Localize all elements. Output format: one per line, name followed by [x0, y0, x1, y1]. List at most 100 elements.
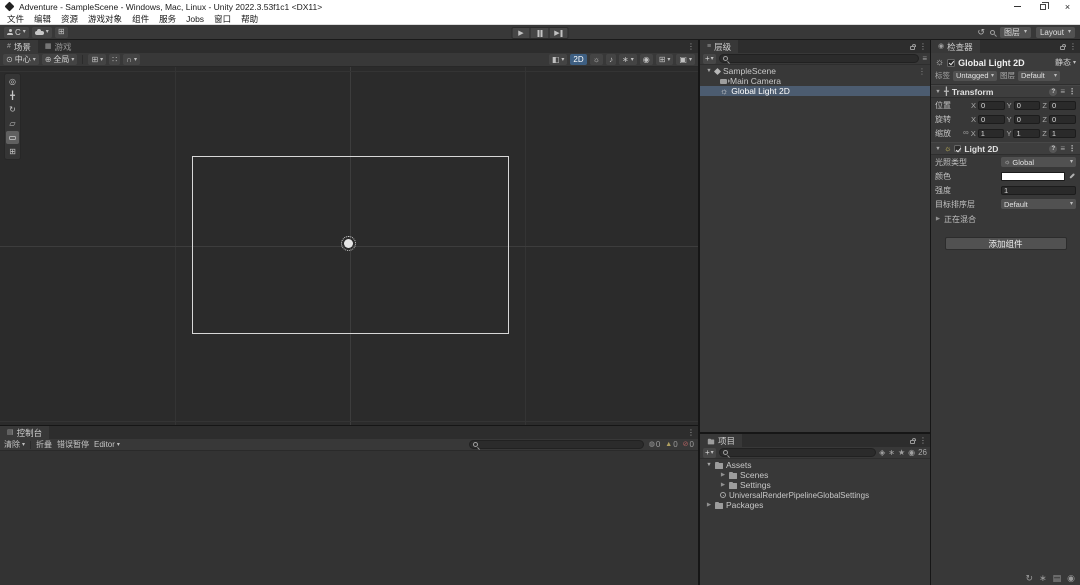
lock-icon[interactable]: [910, 43, 916, 50]
tab-inspector[interactable]: ◉ 检查器: [931, 40, 980, 53]
intensity-field[interactable]: 1: [1001, 185, 1076, 195]
foldout-closed-icon[interactable]: ▶: [720, 482, 726, 488]
hierarchy-row-global-light[interactable]: ☼ Global Light 2D: [700, 86, 930, 96]
console-warning-badge[interactable]: ▲ 0: [665, 440, 677, 449]
layout-dropdown[interactable]: Layout ▾: [1035, 26, 1075, 38]
scene-audio-toggle[interactable]: ♪: [606, 54, 616, 65]
layers-dropdown[interactable]: 图层 ▾: [999, 26, 1031, 38]
gameobject-name[interactable]: Global Light 2D: [958, 58, 1052, 68]
project-row-scenes[interactable]: ▶ Scenes: [700, 470, 930, 480]
move-tool-button[interactable]: ╋: [6, 89, 19, 102]
undo-history-icon[interactable]: ↺: [977, 27, 985, 37]
presets-icon[interactable]: ≡: [1060, 87, 1065, 96]
hierarchy-search-input[interactable]: [718, 54, 920, 63]
foldout-open-icon[interactable]: ▼: [706, 462, 712, 468]
lock-icon[interactable]: [910, 437, 916, 444]
tab-hierarchy[interactable]: ≡ 层级: [700, 40, 739, 53]
play-button[interactable]: ▶: [511, 27, 531, 39]
presets-icon[interactable]: ≡: [1060, 144, 1065, 153]
link-scale-icon[interactable]: ∞: [963, 129, 969, 137]
scene-grid-dropdown[interactable]: ⊞ ▾: [655, 54, 674, 65]
console-search-input[interactable]: [468, 440, 644, 449]
rotation-x-field[interactable]: 0: [978, 114, 1005, 124]
tab-project[interactable]: 项目: [700, 434, 743, 447]
foldout-closed-icon[interactable]: ▶: [706, 502, 712, 508]
foldout-closed-icon[interactable]: ▶: [720, 472, 726, 478]
static-dropdown[interactable]: 静态 ▾: [1055, 57, 1076, 68]
menu-file[interactable]: 文件: [2, 13, 29, 25]
position-z-field[interactable]: 0: [1048, 100, 1077, 110]
status-console-icon[interactable]: ▤: [1053, 574, 1062, 583]
console-error-pause-toggle[interactable]: 错误暂停: [57, 439, 89, 450]
light2d-enabled-checkbox[interactable]: [954, 145, 962, 152]
hierarchy-row-main-camera[interactable]: Main Camera: [700, 76, 930, 86]
menu-jobs[interactable]: Jobs: [181, 14, 209, 24]
tab-game[interactable]: ▦ 游戏: [38, 40, 79, 53]
snap-magnet-button[interactable]: ∩ ▾: [123, 54, 141, 65]
hierarchy-row-scene[interactable]: ▼ SampleScene ⋮: [700, 66, 930, 76]
tool-handle-pivot-button[interactable]: ⊙ 中心 ▾: [3, 54, 39, 65]
menu-services[interactable]: 服务: [154, 13, 181, 25]
menu-gameobject[interactable]: 游戏对象: [83, 13, 127, 25]
component-menu-icon[interactable]: ⋮: [1068, 144, 1076, 153]
menu-component[interactable]: 组件: [127, 13, 154, 25]
position-y-field[interactable]: 0: [1013, 100, 1041, 110]
position-x-field[interactable]: 0: [978, 100, 1005, 110]
scene-camera-dropdown[interactable]: ▣ ▾: [676, 54, 695, 65]
scale-x-field[interactable]: 1: [977, 128, 1005, 138]
hierarchy-add-button[interactable]: + ▾: [703, 53, 716, 64]
scene-options-icon[interactable]: ⋮: [918, 67, 926, 76]
console-clear-button[interactable]: 清除 ▾: [4, 439, 25, 450]
color-swatch[interactable]: [1001, 171, 1065, 181]
search-icon[interactable]: [989, 29, 995, 35]
tab-console[interactable]: ▤ 控制台: [0, 426, 50, 439]
tag-dropdown[interactable]: Untagged ▾: [953, 70, 997, 81]
active-checkbox[interactable]: [947, 58, 956, 67]
search-by-label-icon[interactable]: ∗: [888, 448, 895, 457]
scene-panel-menu-icon[interactable]: ⋮: [687, 42, 695, 51]
add-component-button[interactable]: 添加组件: [944, 237, 1067, 250]
project-row-urp-global-settings[interactable]: UniversalRenderPipelineGlobalSettings: [700, 490, 930, 500]
console-collapse-toggle[interactable]: 折叠: [36, 439, 52, 450]
search-by-type-icon[interactable]: ◈: [879, 448, 885, 457]
hidden-packages-eye-icon[interactable]: ◉: [908, 448, 915, 457]
light-type-dropdown[interactable]: ☼ Global ▾: [1001, 157, 1076, 167]
2d-mode-toggle[interactable]: 2D: [570, 54, 587, 65]
help-icon[interactable]: ?: [1049, 144, 1058, 153]
foldout-open-icon[interactable]: ▼: [935, 146, 941, 152]
scene-viewport[interactable]: ◎ ╋ ↻ ▱ ▭ ⊞: [0, 67, 698, 425]
help-icon[interactable]: ?: [1049, 87, 1058, 96]
project-add-button[interactable]: + ▾: [703, 447, 716, 458]
draw-mode-dropdown[interactable]: ◧ ▾: [548, 54, 568, 65]
close-button[interactable]: ×: [1055, 0, 1080, 13]
hierarchy-panel-menu-icon[interactable]: ⋮: [919, 42, 927, 51]
restore-button[interactable]: [1030, 0, 1055, 13]
rotation-y-field[interactable]: 0: [1013, 114, 1041, 124]
hierarchy-options-icon[interactable]: ≡: [922, 54, 927, 63]
inspector-panel-menu-icon[interactable]: ⋮: [1069, 42, 1077, 51]
version-control-button[interactable]: ⊞: [54, 26, 68, 38]
transform-tool-button[interactable]: ⊞: [6, 145, 19, 158]
menu-edit[interactable]: 编辑: [29, 13, 56, 25]
status-activity-icon[interactable]: ∗: [1039, 574, 1047, 583]
scale-tool-button[interactable]: ▱: [6, 117, 19, 130]
pause-button[interactable]: [530, 27, 550, 39]
menu-window[interactable]: 窗口: [209, 13, 236, 25]
console-info-badge[interactable]: ◍ 0: [649, 440, 661, 449]
console-editor-dropdown[interactable]: Editor ▾: [94, 440, 120, 449]
rotation-z-field[interactable]: 0: [1048, 114, 1077, 124]
sorting-layers-dropdown[interactable]: Default ▾: [1001, 199, 1076, 209]
project-search-input[interactable]: [718, 448, 877, 457]
console-log-area[interactable]: [0, 451, 698, 585]
scale-y-field[interactable]: 1: [1013, 128, 1041, 138]
minimize-button[interactable]: [1005, 0, 1030, 13]
console-error-badge[interactable]: ⊘ 0: [683, 440, 694, 449]
foldout-open-icon[interactable]: ▼: [706, 68, 712, 74]
status-notifications-icon[interactable]: ◉: [1067, 574, 1075, 583]
component-menu-icon[interactable]: ⋮: [1068, 87, 1076, 96]
scene-lighting-toggle[interactable]: ☼: [589, 54, 603, 65]
project-row-assets[interactable]: ▼ Assets: [700, 460, 930, 470]
menu-assets[interactable]: 资源: [56, 13, 83, 25]
menu-help[interactable]: 帮助: [236, 13, 263, 25]
lock-icon[interactable]: [1060, 43, 1066, 50]
